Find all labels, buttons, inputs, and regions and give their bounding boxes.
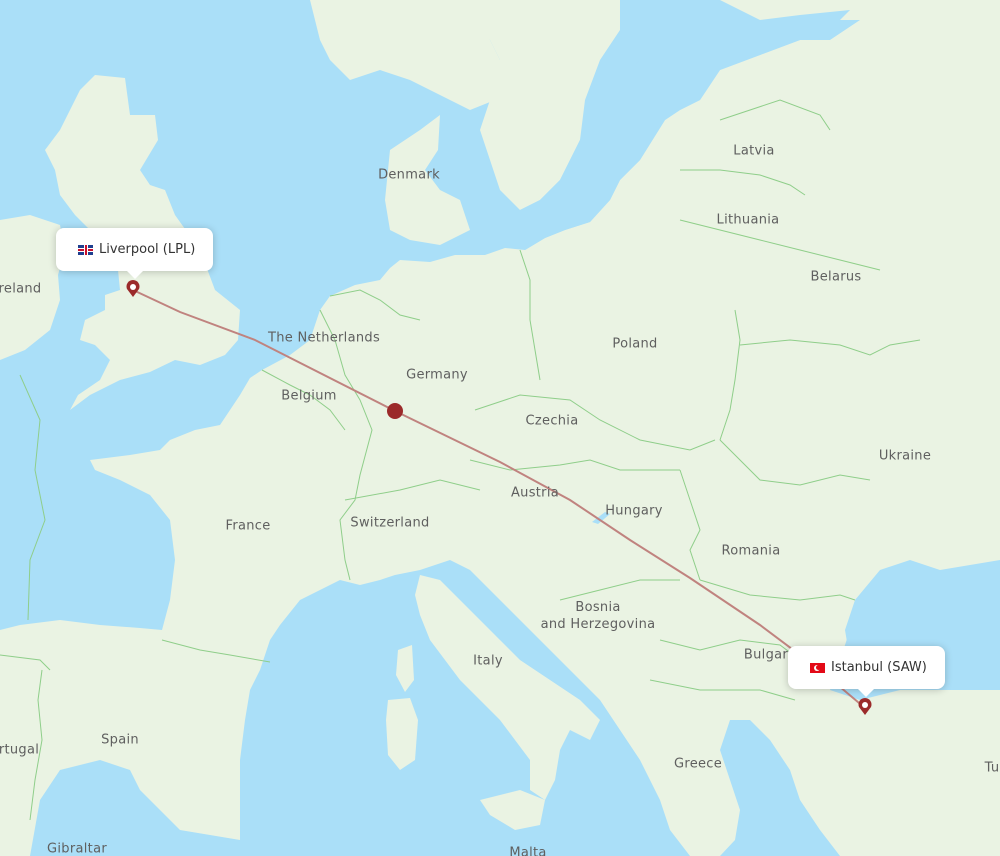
country-label-czechia: Czechia [525, 413, 579, 429]
flight-route-line [132, 289, 866, 709]
country-label-malta: Malta [509, 845, 547, 856]
country-label-italy: Italy [473, 653, 503, 669]
country-label-bulgaria: Bulgar [743, 647, 789, 663]
origin-airport-label: Liverpool (LPL) [99, 242, 196, 257]
destination-marker-icon[interactable] [858, 697, 872, 715]
country-label-latvia: Latvia [733, 143, 775, 159]
country-label-greece: Greece [673, 756, 723, 772]
country-label-ukraine: Ukraine [878, 448, 932, 464]
country-label-poland: Poland [612, 336, 658, 352]
route-midpoint-dot[interactable] [387, 403, 403, 419]
turkey-flag-icon [810, 662, 825, 673]
country-label-portugal: rtugal [0, 742, 40, 758]
route-layer [126, 280, 872, 715]
country-label-hungary: Hungary [605, 503, 663, 519]
country-label-turkey: Tu [984, 760, 1000, 776]
destination-airport-popup[interactable]: Istanbul (SAW) [788, 646, 945, 689]
country-label-germany: Germany [406, 367, 468, 383]
country-label-lithuania: Lithuania [716, 212, 780, 228]
country-label-bosnia-and-herzegovina: Bosnia and Herzegovina [540, 600, 656, 632]
uk-flag-icon [78, 244, 93, 255]
country-label-belarus: Belarus [810, 269, 862, 285]
country-label-france: France [225, 518, 271, 534]
country-label-switzerland: Switzerland [350, 515, 430, 531]
country-label-gibraltar: Gibraltar [47, 841, 107, 856]
destination-airport-label: Istanbul (SAW) [831, 660, 927, 675]
country-label-romania: Romania [721, 543, 781, 559]
country-label-austria: Austria [510, 485, 560, 501]
country-label-netherlands: The Netherlands [267, 330, 381, 346]
origin-airport-popup[interactable]: Liverpool (LPL) [56, 228, 214, 271]
country-label-spain: Spain [101, 732, 139, 748]
origin-marker-icon[interactable] [126, 280, 140, 297]
country-label-ireland: reland [0, 281, 42, 297]
country-label-denmark: Denmark [378, 167, 440, 183]
route-map[interactable]: Denmark Latvia Lithuania Belarus reland … [0, 0, 1000, 856]
country-label-belgium: Belgium [281, 388, 337, 404]
